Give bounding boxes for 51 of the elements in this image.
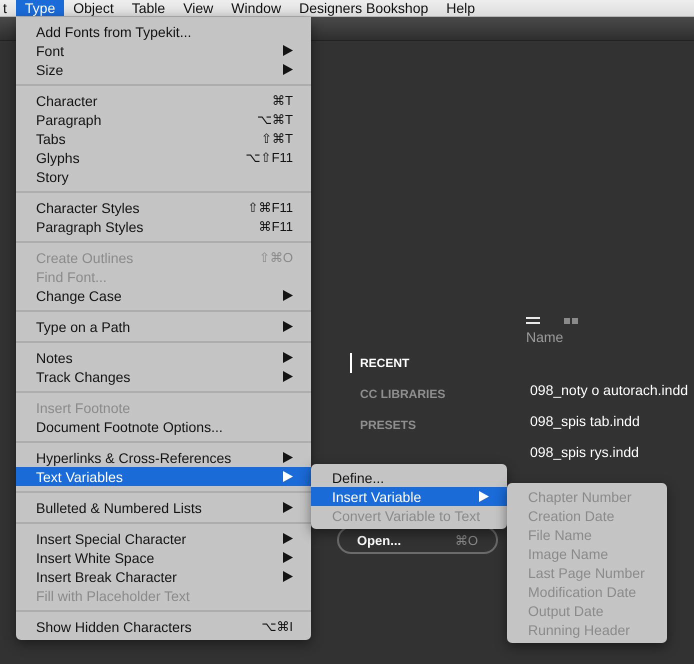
- menu-item[interactable]: Show Hidden Characters ⌥⌘I: [16, 617, 311, 636]
- menu-item[interactable]: Glyphs ⌥⇧F11: [16, 148, 311, 167]
- menu-item[interactable]: Insert Variable: [311, 487, 507, 506]
- menu-title[interactable]: Type: [16, 0, 64, 16]
- list-view-icon[interactable]: [526, 317, 540, 325]
- shortcut-text: ⌥⌘T: [257, 112, 293, 127]
- menu-item[interactable]: Change Case: [16, 286, 311, 305]
- shortcut-text: ⌥⇧F11: [246, 150, 293, 165]
- menu-item[interactable]: Insert White Space: [16, 548, 311, 567]
- menu-title[interactable]: Table: [122, 0, 174, 16]
- menu-item[interactable]: Text Variables: [16, 467, 311, 486]
- sidebar-item[interactable]: RECENT: [350, 352, 526, 372]
- menu-item[interactable]: Paragraph Styles ⌘F11: [16, 217, 311, 236]
- shortcut-text: ⇧⌘O: [258, 250, 293, 265]
- file-name[interactable]: 098_spis tab.indd: [526, 406, 688, 437]
- shortcut-text: ⌘F11: [258, 219, 293, 234]
- menu-item[interactable]: Font: [16, 41, 311, 60]
- menu-item[interactable]: Track Changes: [16, 367, 311, 386]
- shortcut-text: ⌘O: [454, 532, 478, 548]
- menu-item[interactable]: Character Styles ⇧⌘F11: [16, 198, 311, 217]
- menu-title[interactable]: t: [0, 0, 16, 16]
- shortcut-text: ⇧⌘T: [261, 131, 293, 146]
- menu-title[interactable]: Designers Bookshop: [290, 0, 438, 16]
- file-name[interactable]: 098_spis rys.indd: [526, 437, 688, 468]
- menu-item[interactable]: Size: [16, 60, 311, 79]
- menu-title[interactable]: Object: [64, 0, 123, 16]
- menu-item[interactable]: Document Footnote Options...: [16, 417, 311, 436]
- shortcut-text: ⇧⌘F11: [248, 200, 293, 215]
- menu-item[interactable]: Tabs ⇧⌘T: [16, 129, 311, 148]
- menu-title[interactable]: Window: [222, 0, 290, 16]
- menu-item[interactable]: Notes: [16, 348, 311, 367]
- menu-item[interactable]: Paragraph ⌥⌘T: [16, 110, 311, 129]
- sidebar-item[interactable]: PRESETS: [350, 414, 526, 434]
- grid-view-icon[interactable]: [564, 318, 578, 324]
- menu-item[interactable]: Insert Special Character: [16, 529, 311, 548]
- menu-item[interactable]: Story: [16, 167, 311, 186]
- menu-item[interactable]: Insert Break Character: [16, 567, 311, 586]
- shortcut-text: ⌥⌘I: [261, 619, 293, 634]
- menu-item[interactable]: Define...: [311, 468, 507, 487]
- menu-item[interactable]: Type on a Path: [16, 317, 311, 336]
- sidebar-item[interactable]: CC LIBRARIES: [350, 384, 526, 404]
- menu-item[interactable]: Hyperlinks & Cross-References: [16, 448, 311, 467]
- open-label: Open...: [357, 532, 402, 548]
- file-name[interactable]: 098_noty o autorach.indd: [526, 375, 688, 406]
- menu-item[interactable]: Character ⌘T: [16, 91, 311, 110]
- menu-item[interactable]: Bulleted & Numbered Lists: [16, 498, 311, 517]
- shortcut-text: ⌘T: [272, 93, 293, 108]
- menu-title[interactable]: Help: [437, 0, 484, 16]
- menu-item[interactable]: Add Fonts from Typekit...: [16, 22, 311, 41]
- menu-title[interactable]: View: [174, 0, 222, 16]
- column-header: Name: [526, 328, 564, 347]
